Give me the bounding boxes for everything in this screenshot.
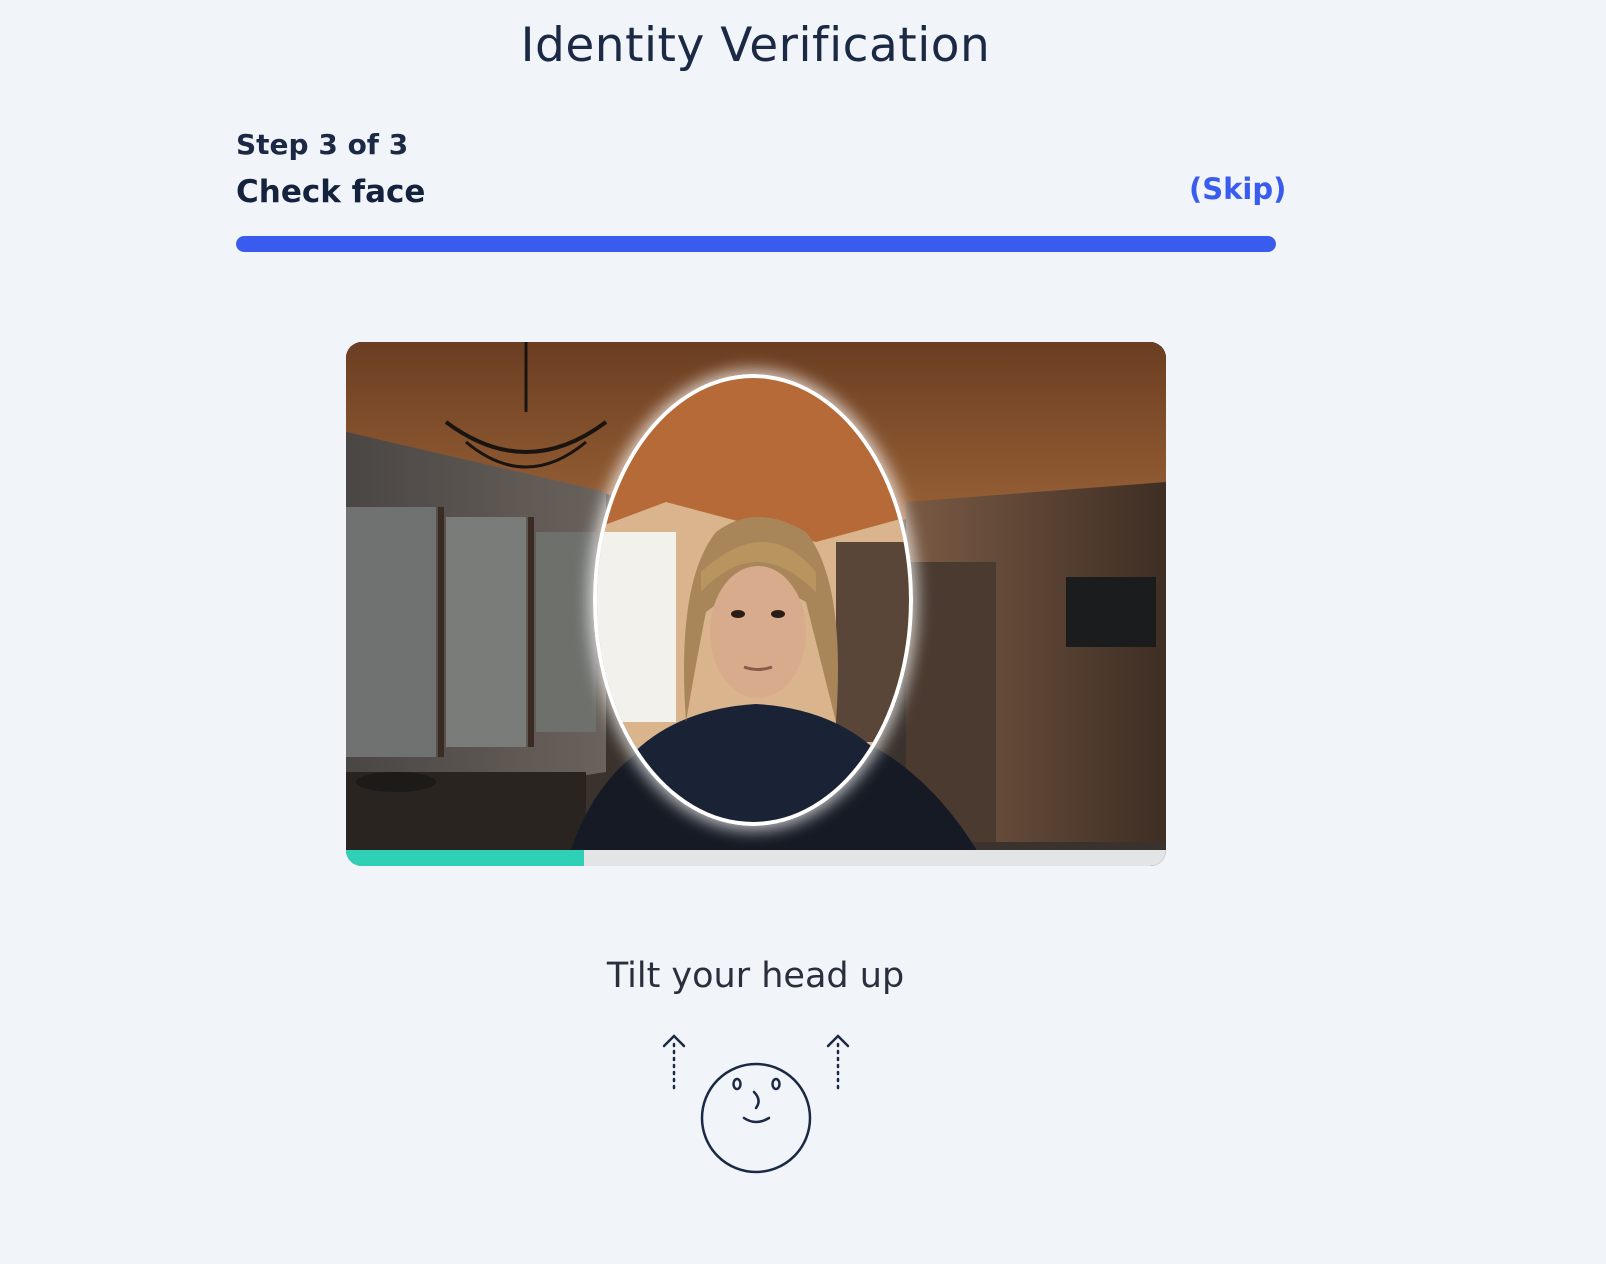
step-counter: Step 3 of 3 bbox=[236, 128, 409, 161]
capture-progress-bar bbox=[346, 850, 1166, 866]
face-guide-oval bbox=[593, 374, 913, 826]
capture-progress-fill bbox=[346, 850, 584, 866]
face-tilt-up-icon bbox=[662, 1034, 850, 1174]
arrow-up-icon bbox=[826, 1034, 850, 1094]
camera-preview bbox=[346, 342, 1166, 866]
step-title: Check face bbox=[236, 174, 426, 210]
instruction-text: Tilt your head up bbox=[606, 956, 905, 996]
arrow-up-icon bbox=[662, 1034, 686, 1094]
skip-link[interactable]: (Skip) bbox=[1189, 172, 1286, 206]
page-title: Identity Verification bbox=[520, 18, 991, 73]
step-progress-fill bbox=[236, 236, 1276, 252]
step-progress-bar bbox=[236, 236, 1276, 252]
